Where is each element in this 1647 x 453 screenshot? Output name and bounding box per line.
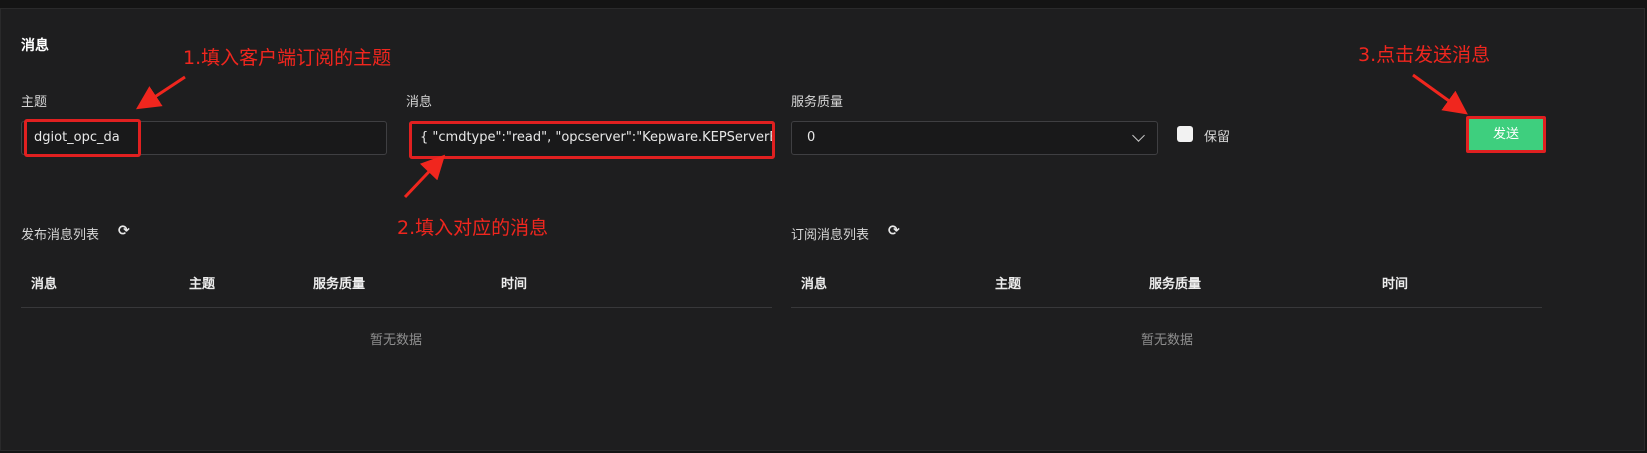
publish-empty-text: 暂无数据 (370, 333, 423, 348)
subscribe-list-title: 订阅消息列表 (791, 228, 870, 243)
refresh-icon[interactable]: ⟳ (888, 223, 900, 239)
annotation-arrow-icon (135, 75, 186, 110)
annotation-arrow-icon (1412, 73, 1468, 115)
publish-col-qos: 服务质量 (313, 277, 366, 292)
annotation-arrow-icon (403, 154, 446, 199)
subscribe-table-divider (791, 307, 1542, 308)
publish-col-topic: 主题 (189, 277, 216, 292)
publish-col-message: 消息 (31, 277, 58, 292)
subscribe-col-message: 消息 (801, 277, 828, 292)
message-panel: 消息 主题 dgiot_opc_da 消息 { "cmdtype":"read"… (0, 8, 1645, 451)
publish-col-time: 时间 (501, 277, 528, 292)
refresh-icon[interactable]: ⟳ (118, 223, 130, 239)
subscribe-col-qos: 服务质量 (1149, 277, 1202, 292)
publish-table-divider (21, 307, 772, 308)
publish-list-title: 发布消息列表 (21, 228, 100, 243)
subscribe-empty-text: 暂无数据 (1141, 333, 1194, 348)
subscribe-col-time: 时间 (1382, 277, 1409, 292)
subscribe-col-topic: 主题 (995, 277, 1022, 292)
